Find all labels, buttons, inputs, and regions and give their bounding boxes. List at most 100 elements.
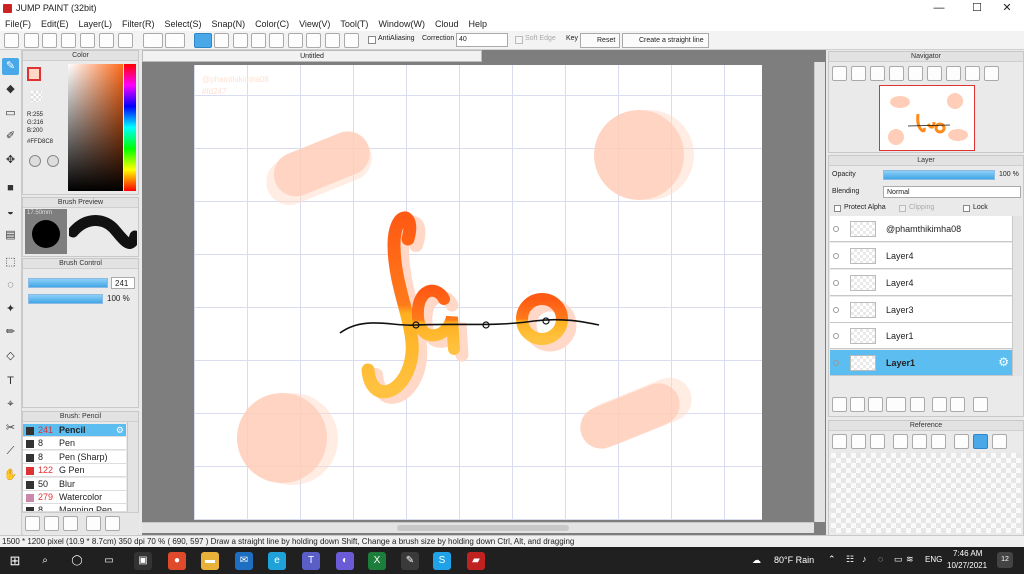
menu-help[interactable]: Help bbox=[463, 19, 492, 29]
protect-alpha-checkbox[interactable] bbox=[834, 205, 841, 212]
snap-vanish-icon[interactable] bbox=[251, 33, 266, 48]
layer-row[interactable]: Layer1 bbox=[830, 323, 1012, 349]
eyedropper-icon[interactable]: ⟋ bbox=[2, 443, 19, 460]
zoom-in-icon[interactable] bbox=[851, 66, 866, 81]
battery-icon[interactable]: ▭ bbox=[894, 554, 903, 565]
rotate-right-icon[interactable] bbox=[965, 66, 980, 81]
grid-icon[interactable] bbox=[99, 33, 114, 48]
layer-opacity-slider[interactable] bbox=[883, 170, 995, 180]
merge-layer-icon[interactable] bbox=[950, 397, 965, 412]
pen-tool-icon[interactable]: ✎ bbox=[2, 58, 19, 75]
page-icon[interactable] bbox=[80, 33, 95, 48]
blending-select[interactable]: Normal bbox=[883, 186, 1021, 198]
rotate-reset-icon[interactable] bbox=[984, 66, 999, 81]
brush-item[interactable]: 8 Pen (Sharp) bbox=[23, 451, 126, 464]
zoom-actual-icon[interactable] bbox=[870, 66, 885, 81]
bucket-tool-icon[interactable]: ◒ bbox=[2, 204, 19, 221]
clipping-checkbox[interactable] bbox=[899, 205, 906, 212]
volume-icon[interactable]: ♪ bbox=[862, 554, 867, 564]
brush-menu-icon[interactable] bbox=[63, 516, 78, 531]
ref-cloud-icon[interactable] bbox=[832, 434, 847, 449]
windows-start-icon[interactable]: ⊞ bbox=[6, 552, 24, 570]
new-layer-8bit-icon[interactable] bbox=[850, 397, 865, 412]
create-straight-line-button[interactable]: Create a straight line bbox=[622, 33, 709, 48]
layer-row[interactable]: Layer4 bbox=[830, 243, 1012, 269]
brush-settings-gear-icon[interactable]: ⚙ bbox=[116, 424, 124, 437]
brush-size-input[interactable]: 241 bbox=[111, 277, 135, 289]
brush-page-icon[interactable] bbox=[86, 516, 101, 531]
menu-snap[interactable]: Snap(N) bbox=[207, 19, 251, 29]
clock-time[interactable]: 7:46 AM bbox=[953, 549, 982, 558]
foreground-color-swatch[interactable] bbox=[27, 67, 41, 81]
snap-off-icon[interactable] bbox=[194, 33, 212, 48]
menu-window[interactable]: Window(W) bbox=[373, 19, 430, 29]
ref-rotate-icon[interactable] bbox=[992, 434, 1007, 449]
task-view-icon[interactable]: ▭ bbox=[100, 552, 118, 570]
layer-settings-gear-icon[interactable]: ⚙ bbox=[998, 355, 1009, 369]
ref-close-icon[interactable] bbox=[870, 434, 885, 449]
menu-view[interactable]: View(V) bbox=[294, 19, 335, 29]
reference-view[interactable] bbox=[831, 453, 1021, 533]
notification-badge[interactable]: 12 bbox=[997, 552, 1013, 568]
layer-menu-icon[interactable] bbox=[886, 397, 906, 412]
menu-select[interactable]: Select(S) bbox=[160, 19, 207, 29]
cortana-icon[interactable]: ◯ bbox=[68, 552, 86, 570]
rotate-left-icon[interactable] bbox=[946, 66, 961, 81]
brush-item[interactable]: 50 Blur bbox=[23, 478, 126, 491]
text-tool-icon[interactable]: T bbox=[2, 373, 19, 390]
brush-item[interactable]: 241 Pencil ⚙ bbox=[23, 424, 126, 437]
brush-folder-icon[interactable] bbox=[105, 516, 120, 531]
new-layer-1bit-icon[interactable] bbox=[868, 397, 883, 412]
open-icon[interactable] bbox=[24, 33, 39, 48]
move-tool-icon[interactable]: ✥ bbox=[2, 152, 19, 169]
teams-icon[interactable]: T bbox=[302, 552, 320, 570]
menu-color[interactable]: Color(C) bbox=[250, 19, 294, 29]
visibility-icon[interactable] bbox=[833, 307, 839, 313]
visibility-icon[interactable] bbox=[833, 226, 839, 232]
jump-paint-taskbar-icon[interactable]: ▰ bbox=[467, 552, 485, 570]
brush-item[interactable]: 8 Mapping Pen bbox=[23, 504, 126, 512]
brush-list-scrollbar[interactable] bbox=[127, 422, 138, 512]
visibility-icon[interactable] bbox=[833, 333, 839, 339]
brush-size-slider[interactable] bbox=[28, 278, 108, 288]
correction-input[interactable]: 40 bbox=[456, 33, 508, 47]
navigator-thumbnail[interactable] bbox=[879, 85, 975, 151]
snap-ellipse-icon[interactable] bbox=[325, 33, 340, 48]
hue-slider[interactable] bbox=[124, 64, 136, 191]
edge-icon[interactable]: e bbox=[268, 552, 286, 570]
delete-layer-icon[interactable] bbox=[973, 397, 988, 412]
clock-date[interactable]: 10/27/2021 bbox=[947, 561, 987, 570]
background-color-swatch[interactable] bbox=[31, 91, 42, 102]
soft-edge-checkbox[interactable] bbox=[515, 36, 523, 44]
tile-icon[interactable] bbox=[118, 33, 133, 48]
visibility-icon[interactable] bbox=[833, 360, 839, 366]
mail-icon[interactable]: ✉ bbox=[235, 552, 253, 570]
layer-row-selected[interactable]: Layer1 ⚙ bbox=[830, 350, 1012, 376]
redo-icon[interactable] bbox=[165, 33, 185, 48]
flip-icon[interactable] bbox=[927, 66, 942, 81]
maximize-button[interactable]: ☐ bbox=[960, 0, 994, 16]
zoom-out-icon[interactable] bbox=[889, 66, 904, 81]
gradient-tool-icon[interactable]: ▤ bbox=[2, 227, 19, 244]
brush-item[interactable]: 122 G Pen bbox=[23, 464, 126, 477]
menu-edit[interactable]: Edit(E) bbox=[36, 19, 74, 29]
brush-opacity-slider[interactable] bbox=[28, 294, 103, 304]
cut-tool-icon[interactable]: ✂ bbox=[2, 420, 19, 437]
scroll-thumb[interactable] bbox=[397, 525, 569, 531]
wifi-icon[interactable]: ≋ bbox=[906, 554, 914, 565]
document-tab[interactable]: Untitled bbox=[142, 50, 482, 62]
layer-row[interactable]: Layer4 bbox=[830, 270, 1012, 296]
drawing-app-icon[interactable]: ✎ bbox=[401, 552, 419, 570]
menu-cloud[interactable]: Cloud bbox=[430, 19, 464, 29]
select-pen-icon[interactable]: ✏ bbox=[2, 324, 19, 341]
magic-wand-icon[interactable]: ✦ bbox=[2, 301, 19, 318]
minimize-button[interactable]: — bbox=[922, 0, 956, 16]
zoom-fit-icon[interactable] bbox=[832, 66, 847, 81]
brush-item[interactable]: 279Watercolor (Wet) bbox=[23, 491, 126, 515]
brush-copy-icon[interactable] bbox=[44, 516, 59, 531]
snap-parallel-icon[interactable] bbox=[214, 33, 229, 48]
saturation-value-picker[interactable] bbox=[68, 64, 123, 191]
mic-icon[interactable]: ◌ bbox=[878, 554, 883, 564]
layer-row[interactable]: @phamthikimha08 bbox=[830, 216, 1012, 242]
snap-concentric-icon[interactable] bbox=[344, 33, 359, 48]
